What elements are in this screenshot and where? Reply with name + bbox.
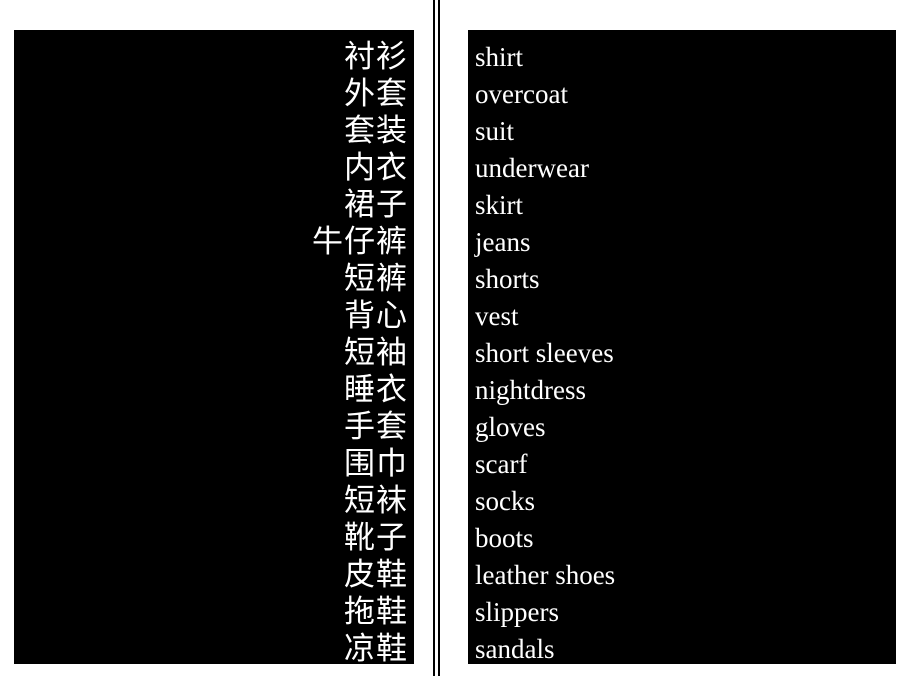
list-item: jeans	[475, 227, 531, 257]
list-item: 手套	[344, 409, 408, 445]
list-item: 短袖	[344, 335, 408, 371]
column-divider	[433, 0, 443, 676]
chinese-word-list: 衬衫 外套 套装 内衣 裙子 牛仔裤 短裤 背心 短袖 睡衣 手套 围巾 短袜 …	[14, 30, 414, 664]
list-item: shorts	[475, 264, 540, 294]
list-item: socks	[475, 486, 535, 516]
list-item: sandals	[475, 634, 555, 664]
list-item: 内衣	[344, 150, 408, 186]
divider-line-outer	[433, 0, 435, 676]
list-item: gloves	[475, 412, 546, 442]
list-item: 背心	[344, 298, 408, 334]
list-item: leather shoes	[475, 560, 616, 590]
list-item: 衬衫	[344, 39, 408, 75]
list-item: vest	[475, 301, 519, 331]
list-item: underwear	[475, 153, 589, 183]
list-item: 短裤	[344, 261, 408, 297]
list-item: 短袜	[344, 483, 408, 519]
chinese-vocabulary-panel: 衬衫 外套 套装 内衣 裙子 牛仔裤 短裤 背心 短袖 睡衣 手套 围巾 短袜 …	[14, 30, 414, 664]
list-item: skirt	[475, 190, 524, 220]
list-item: 围巾	[344, 446, 408, 482]
list-item: 外套	[344, 76, 408, 112]
divider-line-inner	[438, 0, 440, 676]
list-item: shirt	[475, 42, 524, 72]
list-item: suit	[475, 116, 515, 146]
list-item: nightdress	[475, 375, 586, 405]
list-item: short sleeves	[475, 338, 614, 368]
list-item: 睡衣	[344, 372, 408, 408]
list-item: 靴子	[344, 520, 408, 556]
vocabulary-flashcard-stage: 衬衫 外套 套装 内衣 裙子 牛仔裤 短裤 背心 短袖 睡衣 手套 围巾 短袜 …	[0, 0, 920, 690]
list-item: 拖鞋	[344, 594, 408, 630]
list-item: 凉鞋	[344, 631, 408, 664]
list-item: 牛仔裤	[312, 224, 408, 260]
english-vocabulary-panel: shirt overcoat suit underwear skirt jean…	[468, 30, 896, 664]
list-item: 套装	[344, 113, 408, 149]
english-word-list: shirt overcoat suit underwear skirt jean…	[468, 30, 896, 664]
list-item: scarf	[475, 449, 528, 479]
list-item: overcoat	[475, 79, 568, 109]
list-item: slippers	[475, 597, 559, 627]
list-item: boots	[475, 523, 534, 553]
list-item: 裙子	[344, 187, 408, 223]
list-item: 皮鞋	[344, 557, 408, 593]
